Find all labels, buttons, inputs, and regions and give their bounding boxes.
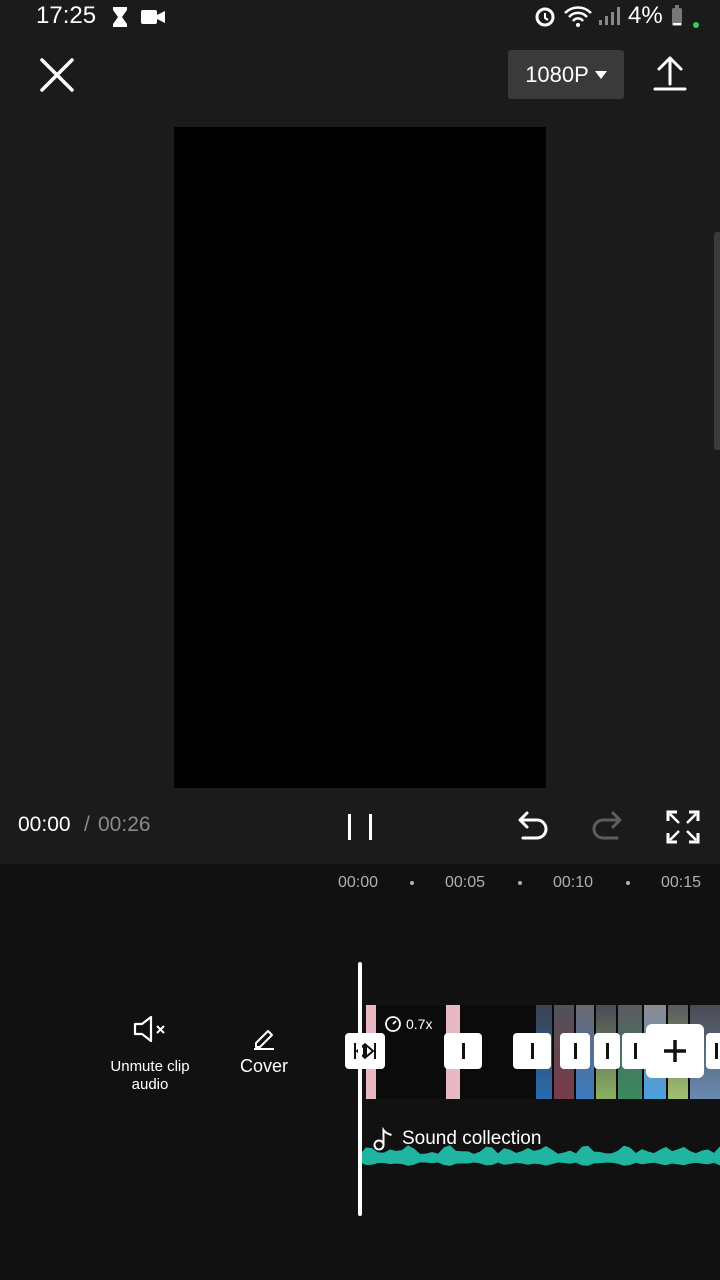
- transition-button[interactable]: [706, 1033, 720, 1069]
- audio-track-label[interactable]: Sound collection: [372, 1127, 541, 1151]
- resolution-dropdown[interactable]: 1080P: [508, 50, 624, 99]
- transition-button[interactable]: [444, 1033, 482, 1069]
- pencil-icon: [254, 1030, 274, 1050]
- battery-percent: 4%: [628, 2, 663, 29]
- undo-icon[interactable]: [513, 808, 551, 846]
- ruler-tick: 00:05: [445, 874, 486, 891]
- battery-icon: [672, 5, 682, 26]
- scroll-handle[interactable]: [714, 232, 720, 450]
- video-camera-icon: [141, 10, 165, 24]
- ruler-dot: [410, 881, 414, 885]
- redo-icon[interactable]: [589, 808, 627, 846]
- hourglass-icon: [113, 7, 127, 27]
- wifi-icon: [564, 6, 592, 27]
- speaker-mute-icon: [133, 1015, 165, 1043]
- resolution-label: 1080P: [525, 61, 589, 87]
- speed-icon: [385, 1016, 401, 1032]
- ruler-tick: 00:15: [661, 874, 702, 891]
- ruler-tick: 00:00: [338, 874, 379, 891]
- clip-speed-badge: 0.7x: [384, 1015, 432, 1033]
- transition-button[interactable]: [345, 1033, 385, 1069]
- current-time: 00:00: [18, 813, 71, 836]
- transition-button[interactable]: [560, 1033, 590, 1069]
- transition-button[interactable]: [622, 1033, 648, 1069]
- status-bar: 17:25 4%: [0, 0, 720, 34]
- playhead[interactable]: [358, 962, 362, 1216]
- add-clip-button[interactable]: [646, 1024, 704, 1078]
- plus-icon: [664, 1040, 686, 1062]
- video-preview[interactable]: [174, 127, 546, 788]
- split-transition-icon: [354, 1042, 376, 1060]
- transition-button[interactable]: [513, 1033, 551, 1069]
- ruler-dot: [626, 881, 630, 885]
- signal-icon: [599, 7, 620, 25]
- unmute-label: Unmute clip audio: [110, 1058, 190, 1093]
- alarm-icon: [535, 7, 555, 27]
- caret-down-icon: [594, 70, 607, 79]
- cover-label: Cover: [239, 1056, 288, 1076]
- ruler-tick: 00:10: [553, 874, 594, 891]
- transition-button[interactable]: [594, 1033, 620, 1069]
- music-note-icon: [373, 1127, 392, 1151]
- total-time: 00:26: [98, 813, 151, 836]
- time-separator: /: [84, 813, 90, 836]
- ruler-dot: [518, 881, 522, 885]
- fullscreen-icon[interactable]: [664, 808, 702, 846]
- close-icon[interactable]: [36, 54, 78, 96]
- cover-button[interactable]: Cover: [232, 1024, 296, 1080]
- pause-icon[interactable]: [344, 810, 376, 844]
- charging-dot: [693, 22, 699, 28]
- export-icon[interactable]: [650, 54, 690, 94]
- unmute-clip-audio-button[interactable]: Unmute clip audio: [100, 1012, 200, 1096]
- status-time: 17:25: [36, 2, 97, 29]
- clip-speed-label: 0.7x: [406, 1016, 433, 1032]
- sound-collection-label: Sound collection: [402, 1128, 542, 1149]
